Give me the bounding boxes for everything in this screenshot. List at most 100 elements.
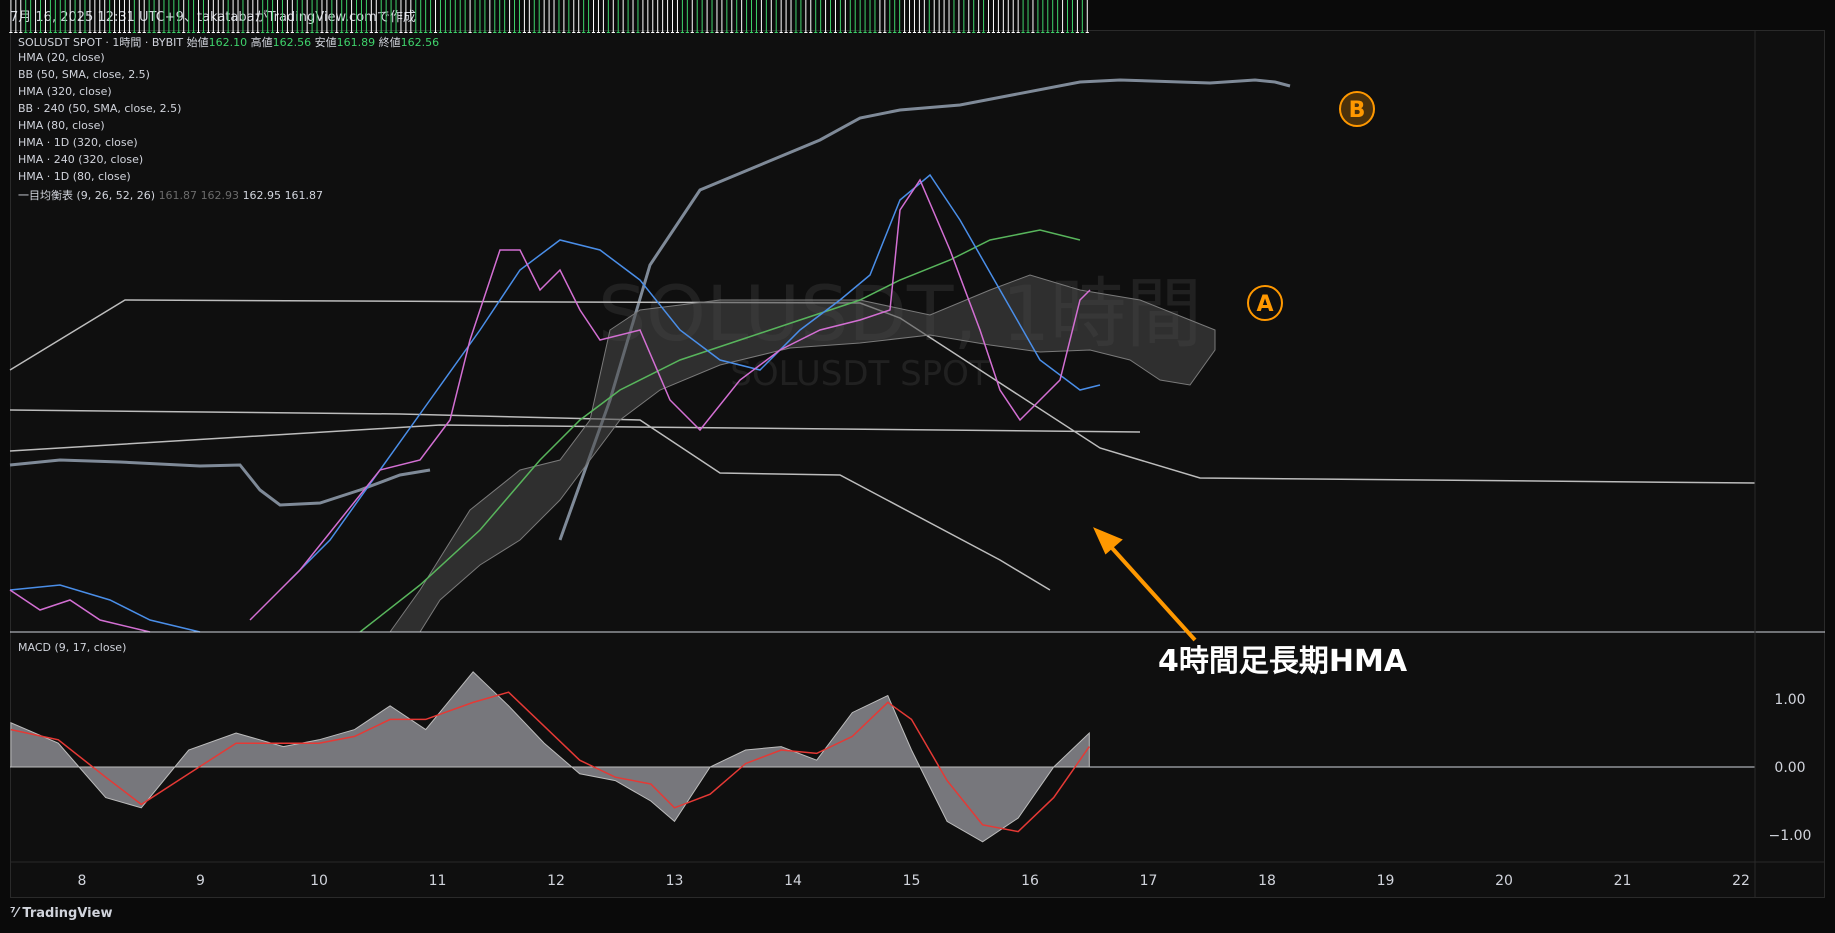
candle — [261, 0, 265, 33]
legend-indicator-4[interactable]: HMA (80, close) — [18, 119, 105, 132]
candle — [285, 0, 289, 33]
legend-indicator-1[interactable]: BB (50, SMA, close, 2.5) — [18, 68, 150, 81]
candle — [705, 0, 709, 33]
candle — [730, 0, 734, 33]
time-tick-label: 22 — [1732, 873, 1750, 889]
time-tick-label: 14 — [784, 873, 802, 889]
time-axis[interactable]: 8 9 10 11 12 13 14 15 16 17 18 19 20 21 22 — [78, 873, 1750, 889]
candle — [947, 0, 951, 33]
hma-80-line — [9, 173, 1101, 633]
legend-ichimoku[interactable]: 一目均衡表 (9, 26, 52, 26) 161.87 162.93 162.… — [18, 187, 323, 203]
candle — [1041, 0, 1045, 33]
candle — [280, 0, 285, 33]
legend-indicator-2[interactable]: HMA (320, close) — [18, 85, 112, 98]
candle — [557, 0, 561, 33]
candle — [527, 0, 531, 33]
candle — [483, 0, 487, 33]
candle — [167, 0, 171, 33]
candle — [873, 0, 877, 33]
candle — [1021, 0, 1025, 33]
candle — [991, 0, 996, 33]
legend-indicator-0[interactable]: HMA (20, close) — [18, 51, 105, 64]
candle — [542, 0, 546, 33]
candle — [83, 0, 87, 33]
candle — [577, 0, 581, 33]
candle — [330, 0, 334, 33]
candle — [878, 0, 882, 33]
candle — [883, 0, 887, 33]
candle — [1085, 0, 1089, 33]
time-tick-label: 10 — [310, 873, 328, 889]
legend-indicator-3[interactable]: BB · 240 (50, SMA, close, 2.5) — [18, 102, 181, 115]
time-tick-label: 11 — [429, 873, 447, 889]
candle — [414, 0, 418, 33]
candle — [1075, 0, 1079, 33]
candle — [907, 0, 912, 33]
candle — [651, 0, 655, 33]
macd-pane — [10, 671, 1755, 843]
candle — [912, 0, 917, 33]
candle — [488, 0, 492, 33]
macd-tick-label: 0.00 — [1774, 760, 1805, 776]
macd-axis[interactable]: 1.00 0.00 −1.00 — [1769, 692, 1812, 844]
candle — [473, 0, 477, 33]
candle — [24, 0, 28, 33]
candle — [374, 0, 378, 33]
candle — [922, 0, 926, 33]
candle — [814, 0, 818, 33]
candle — [147, 0, 151, 33]
candle — [680, 0, 684, 33]
candle — [1056, 0, 1060, 33]
candle — [685, 0, 689, 33]
candle — [419, 0, 423, 33]
legend-low-value: 161.89 — [336, 36, 376, 49]
candle — [108, 0, 112, 33]
candle — [320, 0, 324, 33]
candle — [759, 0, 763, 33]
legend-symbol-line[interactable]: SOLUSDT SPOT · 1時間 · BYBIT 始値162.10 高値16… — [18, 34, 439, 50]
candle — [804, 0, 808, 33]
time-tick-label: 21 — [1614, 873, 1632, 889]
candle — [809, 0, 813, 33]
candle — [769, 0, 773, 33]
legend-indicator-7[interactable]: HMA · 1D (80, close) — [18, 170, 131, 183]
legend-indicator-6[interactable]: HMA · 240 (320, close) — [18, 153, 143, 166]
macd-tick-label: −1.00 — [1769, 828, 1812, 844]
candle — [369, 0, 373, 33]
chart-canvas[interactable]: SOLUSDT, 1時間 SOLUSDT SPOT 168.00159.0015… — [0, 0, 1835, 933]
time-tick-label: 18 — [1258, 873, 1276, 889]
candle — [572, 0, 576, 33]
candle — [715, 0, 719, 33]
candle — [833, 0, 838, 33]
candle — [562, 0, 566, 33]
candle — [389, 0, 393, 33]
candle — [522, 0, 526, 33]
candle — [9, 0, 13, 33]
candle — [1070, 0, 1075, 33]
candle — [241, 0, 245, 33]
candle — [231, 0, 235, 33]
candle — [720, 0, 724, 33]
candle — [458, 0, 462, 33]
candle — [127, 0, 131, 33]
candle — [898, 0, 902, 33]
time-tick-label: 12 — [547, 873, 565, 889]
legend-macd[interactable]: MACD (9, 17, close) — [18, 641, 126, 654]
candle — [749, 0, 754, 33]
candle — [774, 0, 778, 33]
candle — [863, 0, 867, 33]
time-tick-label: 16 — [1021, 873, 1039, 889]
annotations — [1093, 91, 1375, 642]
candle — [977, 0, 981, 33]
legend-indicator-5[interactable]: HMA · 1D (320, close) — [18, 136, 138, 149]
candle — [1011, 0, 1015, 33]
candle — [606, 0, 610, 33]
candle — [325, 0, 329, 33]
candle — [349, 0, 354, 33]
candle — [266, 0, 270, 33]
candle — [1060, 0, 1065, 33]
candle — [740, 0, 744, 33]
candle — [1046, 0, 1050, 33]
candle — [122, 0, 127, 33]
candle — [917, 0, 921, 33]
